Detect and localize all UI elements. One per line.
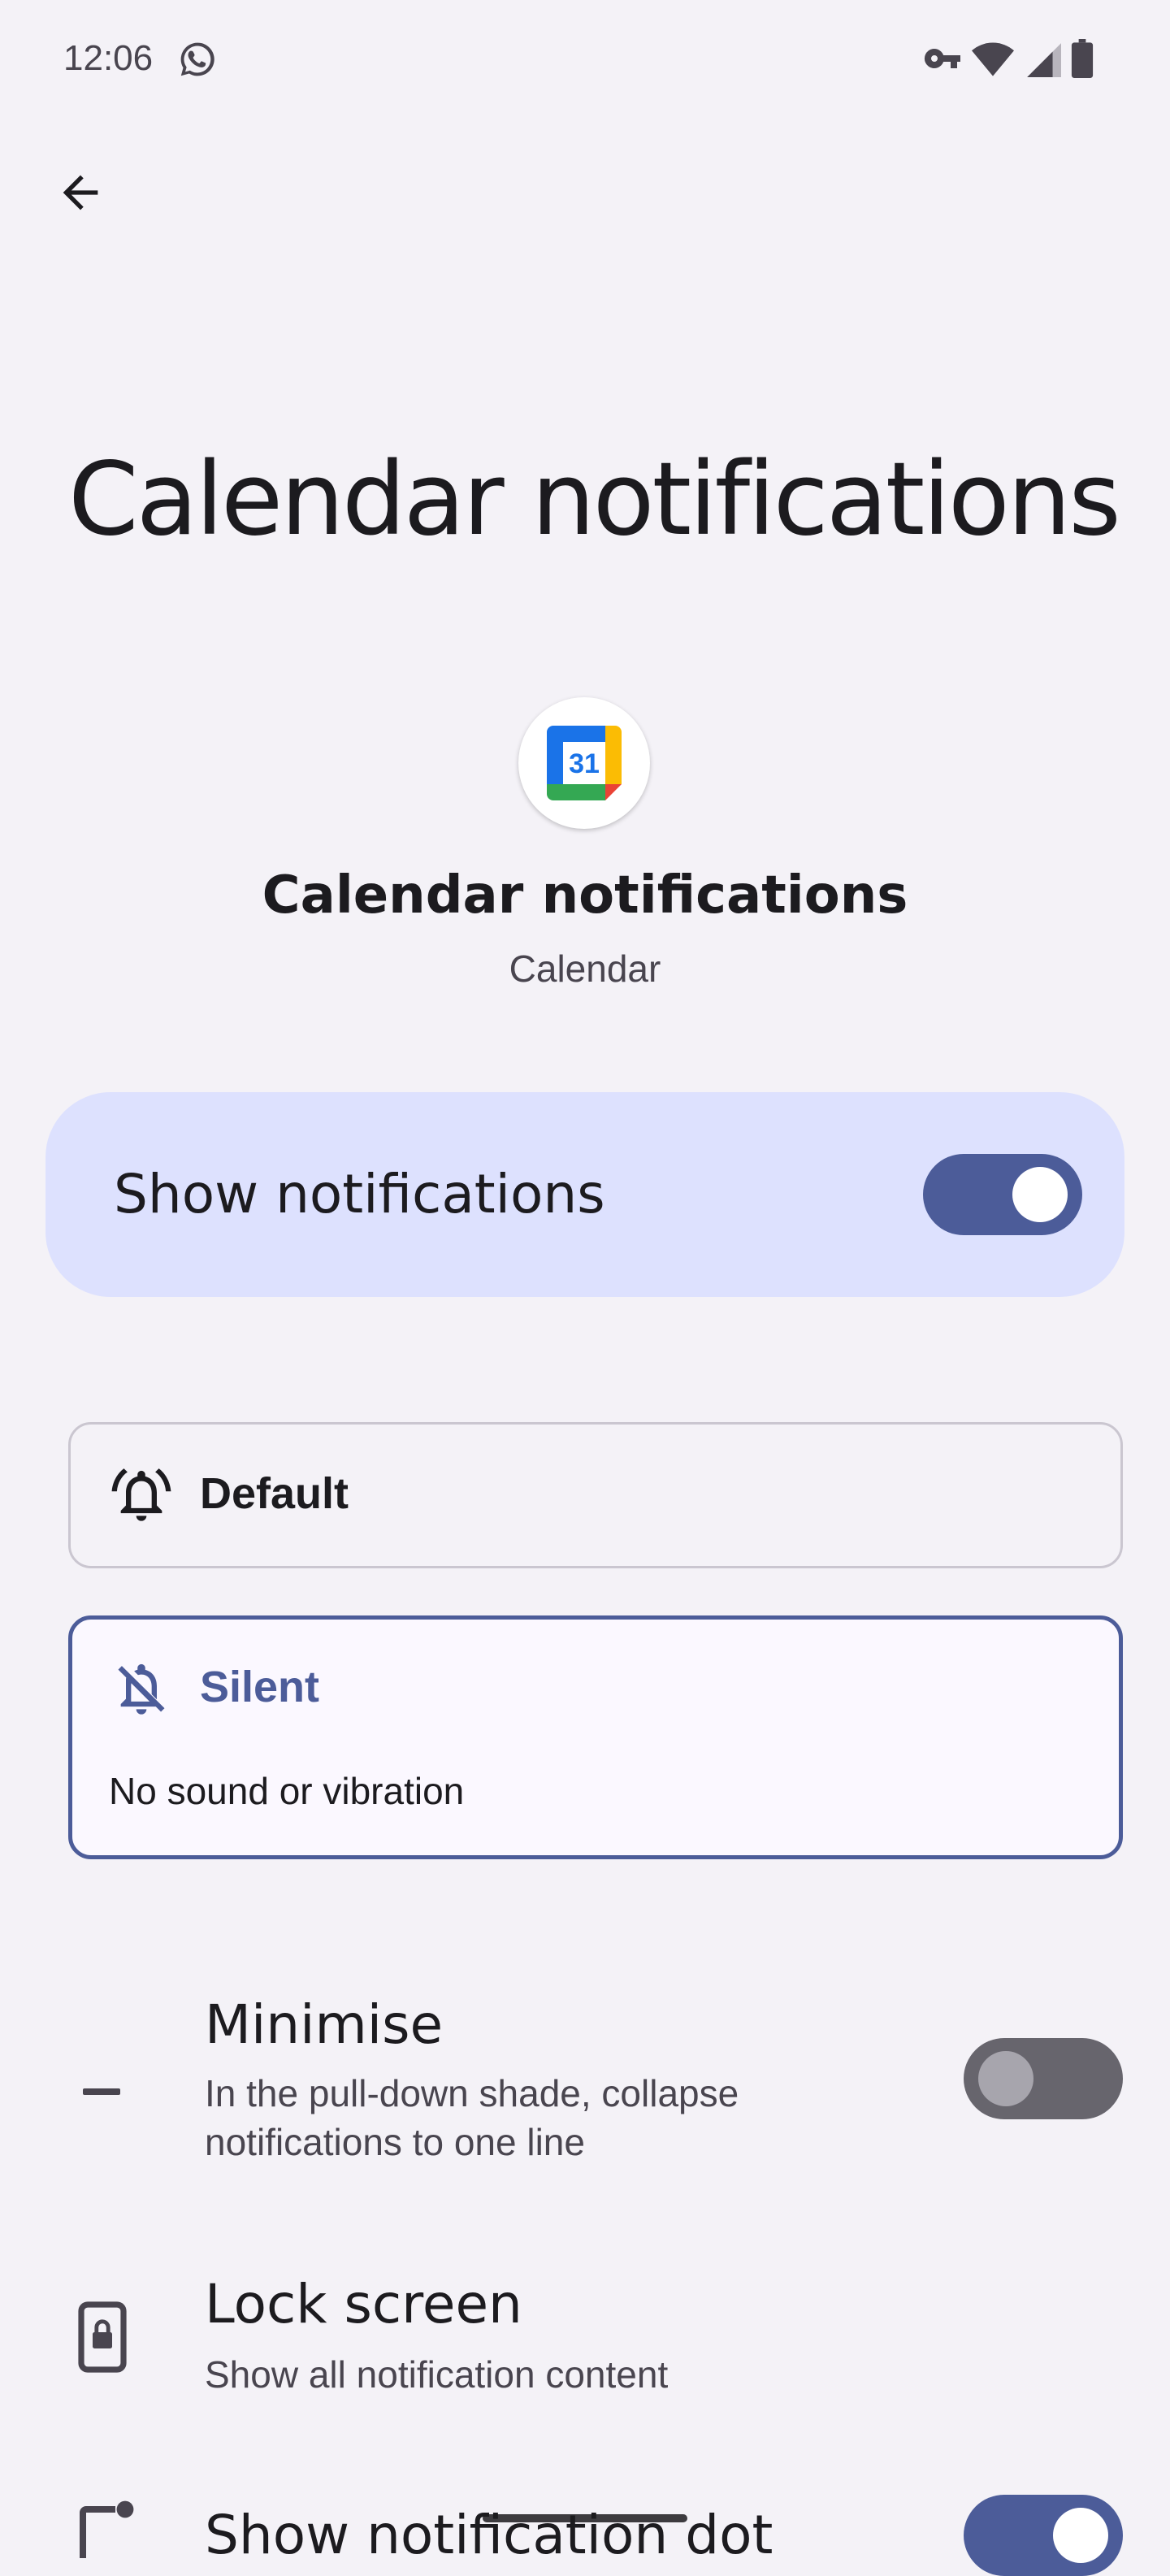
notification-dot-switch[interactable] — [964, 2495, 1123, 2576]
switch-thumb — [978, 2051, 1034, 2106]
channel-name: Calendar notifications — [262, 865, 908, 926]
gesture-navigation-bar[interactable] — [483, 2514, 687, 2522]
minimise-subtitle-line2: notifications to one line — [205, 2121, 585, 2163]
bell-off-icon — [110, 1658, 172, 1724]
app-name: Calendar — [509, 948, 661, 990]
lock-screen-subtitle: Show all notification content — [205, 2353, 669, 2396]
status-bar-system-icons — [923, 37, 1094, 80]
alert-option-default-label: Default — [200, 1469, 349, 1518]
back-button[interactable] — [44, 158, 117, 231]
page-title: Calendar notifications — [68, 441, 1121, 558]
google-calendar-icon: 31 — [518, 697, 650, 829]
minimise-dash-icon — [83, 2088, 120, 2095]
calendar-icon-day: 31 — [569, 748, 600, 779]
bell-icon — [110, 1464, 172, 1530]
lock-screen-title: Lock screen — [205, 2273, 522, 2335]
alert-option-silent[interactable] — [68, 1615, 1123, 1859]
notification-dot-title: Show notification dot — [205, 2504, 774, 2566]
show-notifications-switch[interactable] — [923, 1154, 1082, 1235]
alert-option-silent-description: No sound or vibration — [109, 1770, 465, 1812]
minimise-switch[interactable] — [964, 2038, 1123, 2119]
battery-icon — [1071, 39, 1094, 78]
vpn-key-icon — [923, 39, 962, 78]
arrow-back-icon — [54, 167, 106, 223]
status-bar-time: 12:06 — [63, 38, 154, 78]
switch-thumb — [1053, 2508, 1108, 2563]
notification-dot-icon — [73, 2500, 138, 2569]
minimise-subtitle-line1: In the pull-down shade, collapse — [205, 2072, 739, 2114]
lock-screen-phone-icon — [70, 2301, 135, 2377]
cellular-signal-icon — [1024, 40, 1061, 77]
minimise-title: Minimise — [205, 1993, 444, 2056]
whatsapp-icon — [177, 39, 218, 80]
switch-thumb — [1012, 1167, 1068, 1222]
alert-option-silent-label: Silent — [200, 1663, 320, 1711]
show-notifications-label: Show notifications — [114, 1163, 605, 1225]
wifi-icon — [972, 39, 1014, 78]
